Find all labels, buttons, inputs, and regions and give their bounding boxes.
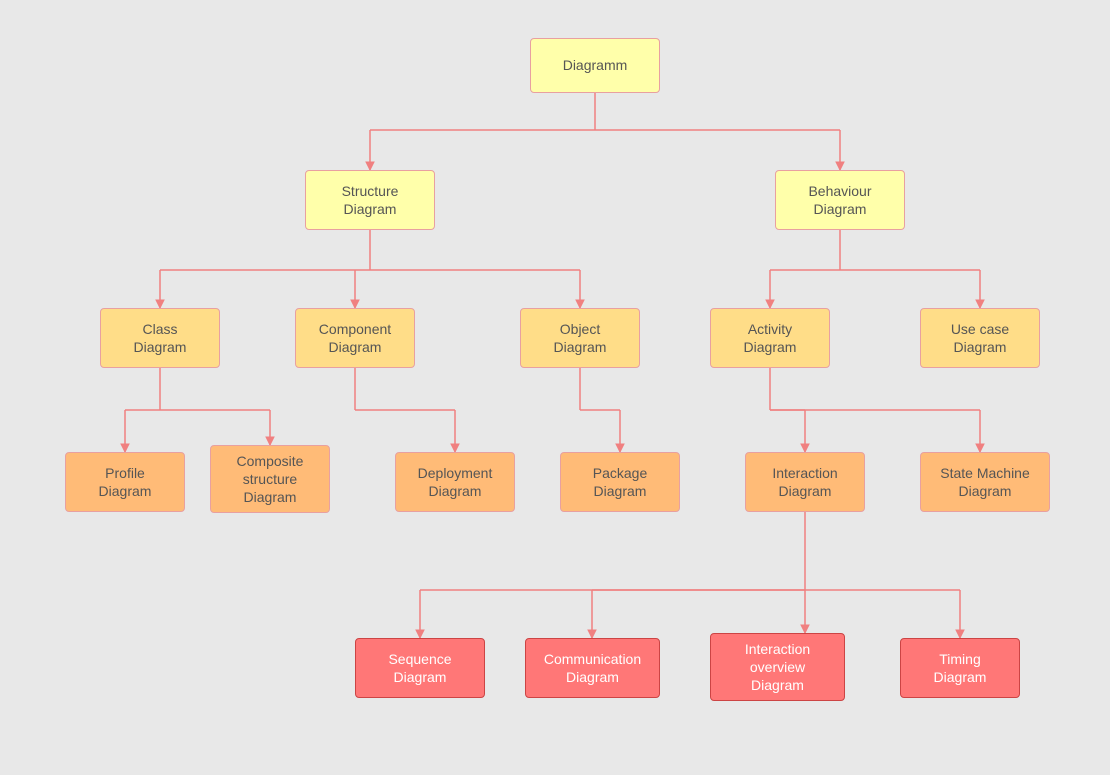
node-composite: CompositestructureDiagram bbox=[210, 445, 330, 513]
node-sequence: SequenceDiagram bbox=[355, 638, 485, 698]
node-timing: TimingDiagram bbox=[900, 638, 1020, 698]
node-communication: CommunicationDiagram bbox=[525, 638, 660, 698]
node-diagramm: Diagramm bbox=[530, 38, 660, 93]
node-interactionoverview: InteractionoverviewDiagram bbox=[710, 633, 845, 701]
node-statemachine: State MachineDiagram bbox=[920, 452, 1050, 512]
node-profile: ProfileDiagram bbox=[65, 452, 185, 512]
node-usecase: Use caseDiagram bbox=[920, 308, 1040, 368]
node-behaviour: BehaviourDiagram bbox=[775, 170, 905, 230]
node-interaction: InteractionDiagram bbox=[745, 452, 865, 512]
node-class: ClassDiagram bbox=[100, 308, 220, 368]
node-activity: ActivityDiagram bbox=[710, 308, 830, 368]
node-structure: StructureDiagram bbox=[305, 170, 435, 230]
node-deployment: DeploymentDiagram bbox=[395, 452, 515, 512]
node-component: ComponentDiagram bbox=[295, 308, 415, 368]
diagram-container: Diagramm StructureDiagram BehaviourDiagr… bbox=[0, 0, 1110, 775]
node-package: PackageDiagram bbox=[560, 452, 680, 512]
node-object: ObjectDiagram bbox=[520, 308, 640, 368]
